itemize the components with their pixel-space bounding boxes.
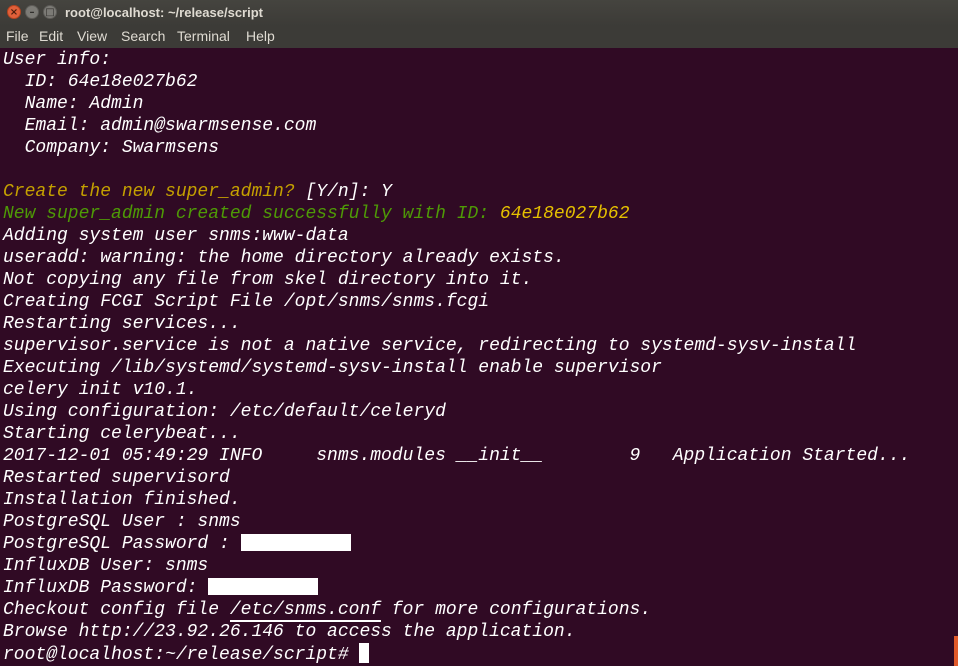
title-bar[interactable]: × – □ root@localhost: ~/release/script	[0, 0, 958, 26]
terminal-line: Not copying any file from skel directory…	[3, 270, 533, 290]
window-title: root@localhost: ~/release/script	[65, 5, 263, 20]
terminal-line: Restarted supervisord	[3, 468, 230, 488]
terminal-line: Browse http://23.92.26.146 to access the…	[3, 622, 576, 642]
terminal-line: Installation finished.	[3, 490, 241, 510]
terminal-line: Restarting services...	[3, 314, 241, 334]
menu-terminal[interactable]: Terminal	[177, 28, 230, 44]
maximize-icon: □	[45, 7, 55, 18]
menu-help[interactable]: Help	[246, 28, 275, 44]
terminal-line: supervisor.service is not a native servi…	[3, 336, 857, 356]
text-cursor	[359, 643, 370, 663]
terminal-line: InfluxDB User: snms	[3, 556, 209, 576]
terminal-line: Checkout config file /etc/snms.conf for …	[3, 599, 652, 622]
terminal-line: Using configuration: /etc/default/celery…	[3, 402, 446, 422]
terminal-line: InfluxDB Password:	[3, 577, 319, 599]
terminal-line: 2017-12-01 05:49:29 INFO snms.modules __…	[3, 446, 911, 466]
terminal-line: New super_admin created successfully wit…	[3, 203, 630, 225]
checkout-text: Checkout config file	[3, 600, 230, 620]
minimize-icon: –	[29, 7, 35, 18]
terminal-line: Executing /lib/systemd/systemd-sysv-inst…	[3, 358, 662, 378]
redacted-influx-password	[208, 578, 319, 595]
success-message: New super_admin created successfully wit…	[3, 204, 500, 224]
redacted-postgres-password	[240, 534, 351, 551]
shell-prompt: root@localhost:~/release/script#	[3, 645, 360, 665]
postgres-password-label: PostgreSQL Password :	[3, 534, 241, 554]
menu-search[interactable]: Search	[121, 28, 165, 44]
terminal-line: Creating FCGI Script File /opt/snms/snms…	[3, 292, 490, 312]
admin-id: 64e18e027b62	[499, 204, 630, 224]
maximize-button[interactable]: □	[43, 5, 57, 19]
minimize-button[interactable]: –	[25, 5, 39, 19]
menu-edit[interactable]: Edit	[39, 28, 63, 44]
config-file-path: /etc/snms.conf	[229, 600, 382, 622]
terminal-line: PostgreSQL Password :	[3, 533, 351, 555]
menu-bar: File Edit View Search Terminal Help	[0, 26, 958, 48]
menu-file[interactable]: File	[6, 28, 29, 44]
terminal-output[interactable]: User info: ID: 64e18e027b62 Name: Admin …	[0, 48, 958, 666]
close-icon: ×	[9, 7, 19, 18]
terminal-line: Create the new super_admin? [Y/n]: Y	[3, 181, 392, 203]
menu-view[interactable]: View	[77, 28, 107, 44]
terminal-line: useradd: warning: the home directory alr…	[3, 248, 565, 268]
terminal-line: Adding system user snms:www-data	[3, 226, 349, 246]
scrollbar-indicator[interactable]	[954, 636, 958, 666]
terminal-line: celery init v10.1.	[3, 380, 198, 400]
terminal-line: User info:	[3, 50, 112, 70]
terminal-line: Company: Swarmsens	[3, 138, 220, 158]
terminal-window: × – □ root@localhost: ~/release/script F…	[0, 0, 958, 666]
terminal-line: ID: 64e18e027b62	[3, 72, 198, 92]
influx-password-label: InfluxDB Password:	[3, 578, 209, 598]
checkout-text-end: for more configurations.	[381, 600, 652, 620]
terminal-line: root@localhost:~/release/script#	[3, 643, 370, 665]
close-button[interactable]: ×	[7, 5, 21, 19]
confirm-answer: [Y/n]: Y	[305, 182, 392, 202]
confirm-prompt: Create the new super_admin?	[3, 182, 306, 202]
terminal-line: Starting celerybeat...	[3, 424, 241, 444]
terminal-line: Name: Admin	[3, 94, 144, 114]
terminal-line: PostgreSQL User : snms	[3, 512, 241, 532]
terminal-line: Email: admin@swarmsense.com	[3, 116, 317, 136]
